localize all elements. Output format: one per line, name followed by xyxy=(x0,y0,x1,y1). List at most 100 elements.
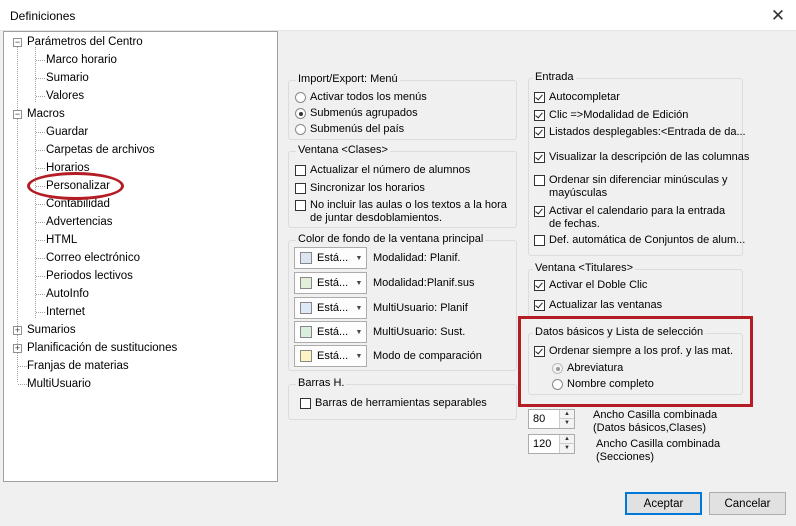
radio-label: Activar todos los menús xyxy=(310,91,427,103)
checkbox-icon[interactable] xyxy=(534,206,545,217)
tree-item-franjas-de-materias[interactable]: Franjas de materias xyxy=(27,358,129,375)
dropdown-arrow-icon[interactable]: ▼ xyxy=(352,329,366,336)
checkbox-icon[interactable] xyxy=(534,110,545,121)
tree-item-advertencias[interactable]: Advertencias xyxy=(46,214,112,231)
checkbox-icon[interactable] xyxy=(295,200,306,211)
checkbox-icon[interactable] xyxy=(295,183,306,194)
dropdown-arrow-icon[interactable]: ▼ xyxy=(352,305,366,312)
ventana-clases-title: Ventana <Clases> xyxy=(296,144,390,157)
checkbox-label: Actualizar el número de alumnos xyxy=(310,164,471,176)
checkbox-activar-doble-clic[interactable]: Activar el Doble Clic xyxy=(534,279,647,292)
spin-up-icon[interactable]: ▲ xyxy=(560,410,574,419)
checkbox-no-incluir-aulas[interactable]: No incluir las aulas o los textos a la h… xyxy=(295,199,513,225)
tree-connector xyxy=(36,204,45,205)
color-label-modalidad-planif-sus: Modalidad:Planif.sus xyxy=(373,277,475,289)
tree-item-multiusuario[interactable]: MultiUsuario xyxy=(27,376,91,393)
checkbox-label: Def. automática de Conjuntos de alum... xyxy=(549,234,746,246)
color-combo-modalidad-planif[interactable]: Está... ▼ xyxy=(294,247,367,269)
tree-item-guardar[interactable]: Guardar xyxy=(46,124,88,141)
checkbox-ordenar-sin-diferenciar[interactable]: Ordenar sin diferenciar minúsculas y may… xyxy=(534,174,738,200)
tree-connector xyxy=(36,240,45,241)
checkbox-icon[interactable] xyxy=(534,92,545,103)
close-icon[interactable]: ✕ xyxy=(760,0,796,31)
checkbox-icon[interactable] xyxy=(534,235,545,246)
tree-item-internet[interactable]: Internet xyxy=(46,304,85,321)
checkbox-label: No incluir las aulas o los textos a la h… xyxy=(310,199,507,224)
tree-collapse-icon[interactable]: − xyxy=(13,110,22,119)
checkbox-icon[interactable] xyxy=(300,398,311,409)
tree-item-marco-horario[interactable]: Marco horario xyxy=(46,52,117,69)
radio-icon[interactable] xyxy=(295,92,306,103)
spin-down-icon[interactable]: ▼ xyxy=(560,444,574,453)
tree-item-parametros-del-centro[interactable]: Parámetros del Centro xyxy=(27,34,143,51)
tree-item-valores[interactable]: Valores xyxy=(46,88,84,105)
ancho-casilla-secciones-spinner[interactable]: 120 ▲ ▼ xyxy=(528,434,575,454)
checkbox-listados-desplegables[interactable]: Listados desplegables:<Entrada de da... xyxy=(534,126,746,139)
spinner-value[interactable]: 120 xyxy=(533,438,551,450)
spinner-label-line2: (Datos básicos,Clases) xyxy=(593,422,707,434)
checkbox-label: Activar el Doble Clic xyxy=(549,279,648,291)
tree-item-sumario[interactable]: Sumario xyxy=(46,70,89,87)
checkbox-label: Autocompletar xyxy=(549,91,620,103)
radio-submenus-del-pais[interactable]: Submenús del país xyxy=(295,123,404,136)
checkbox-label: Actualizar las ventanas xyxy=(549,299,663,311)
checkbox-label: Activar el calendario para la entrada de… xyxy=(549,205,726,230)
checkbox-icon[interactable] xyxy=(534,300,545,311)
checkbox-icon[interactable] xyxy=(534,280,545,291)
tree-connector xyxy=(18,366,27,367)
spinner-value[interactable]: 80 xyxy=(533,413,545,425)
dropdown-arrow-icon[interactable]: ▼ xyxy=(352,353,366,360)
radio-activar-todos-menus[interactable]: Activar todos los menús xyxy=(295,91,427,104)
tree-item-planificacion-de-sustituciones[interactable]: Planificación de sustituciones xyxy=(27,340,177,357)
checkbox-activar-calendario[interactable]: Activar el calendario para la entrada de… xyxy=(534,205,738,231)
tree-item-html[interactable]: HTML xyxy=(46,232,77,249)
settings-tree[interactable]: − − + + Parámetros del Centro Marco hora… xyxy=(3,31,278,482)
tree-item-macros[interactable]: Macros xyxy=(27,106,65,123)
color-swatch xyxy=(300,277,312,289)
radio-icon[interactable] xyxy=(295,108,306,119)
checkbox-visualizar-descripcion[interactable]: Visualizar la descripción de las columna… xyxy=(534,151,749,164)
tree-connector xyxy=(36,96,45,97)
tree-collapse-icon[interactable]: − xyxy=(13,38,22,47)
color-combo-multiusuario-sust[interactable]: Está... ▼ xyxy=(294,321,367,343)
accept-button[interactable]: Aceptar xyxy=(625,492,702,515)
tree-expand-icon[interactable]: + xyxy=(13,326,22,335)
color-fondo-title: Color de fondo de la ventana principal xyxy=(296,233,486,246)
color-swatch xyxy=(300,252,312,264)
checkbox-icon[interactable] xyxy=(534,175,545,186)
radio-submenus-agrupados[interactable]: Submenús agrupados xyxy=(295,107,418,120)
ancho-casilla-clases-spinner[interactable]: 80 ▲ ▼ xyxy=(528,409,575,429)
checkbox-actualizar-ventanas[interactable]: Actualizar las ventanas xyxy=(534,299,662,312)
cancel-button[interactable]: Cancelar xyxy=(709,492,786,515)
tree-connector xyxy=(36,132,45,133)
tree-expand-icon[interactable]: + xyxy=(13,344,22,353)
checkbox-actualizar-numero-alumnos[interactable]: Actualizar el número de alumnos xyxy=(295,164,470,177)
checkbox-autocompletar[interactable]: Autocompletar xyxy=(534,91,620,104)
spin-up-icon[interactable]: ▲ xyxy=(560,435,574,444)
checkbox-clic-modalidad-edicion[interactable]: Clic =>Modalidad de Edición xyxy=(534,109,688,122)
tree-connector xyxy=(18,384,27,385)
radio-icon[interactable] xyxy=(295,124,306,135)
tree-item-carpetas-de-archivos[interactable]: Carpetas de archivos xyxy=(46,142,155,159)
color-combo-modalidad-planif-sus[interactable]: Está... ▼ xyxy=(294,272,367,294)
color-label-modo-comparacion: Modo de comparación xyxy=(373,350,482,362)
dropdown-arrow-icon[interactable]: ▼ xyxy=(352,255,366,262)
tree-item-sumarios[interactable]: Sumarios xyxy=(27,322,76,339)
checkbox-label: Barras de herramientas separables xyxy=(315,397,487,409)
tree-connector xyxy=(36,222,45,223)
combo-value: Está... xyxy=(317,277,349,289)
checkbox-icon[interactable] xyxy=(534,152,545,163)
checkbox-def-automatica-conjuntos[interactable]: Def. automática de Conjuntos de alum... xyxy=(534,234,745,247)
checkbox-barras-herramientas[interactable]: Barras de herramientas separables xyxy=(300,397,487,410)
color-combo-modo-comparacion[interactable]: Está... ▼ xyxy=(294,345,367,367)
checkbox-icon[interactable] xyxy=(534,127,545,138)
checkbox-icon[interactable] xyxy=(295,165,306,176)
checkbox-sincronizar-horarios[interactable]: Sincronizar los horarios xyxy=(295,182,425,195)
spinner-label-line1: Ancho Casilla combinada xyxy=(593,409,718,421)
color-combo-multiusuario-planif[interactable]: Está... ▼ xyxy=(294,297,367,319)
tree-item-autoinfo[interactable]: AutoInfo xyxy=(46,286,89,303)
spin-down-icon[interactable]: ▼ xyxy=(560,419,574,428)
tree-item-correo-electronico[interactable]: Correo electrónico xyxy=(46,250,140,267)
tree-item-periodos-lectivos[interactable]: Periodos lectivos xyxy=(46,268,133,285)
dropdown-arrow-icon[interactable]: ▼ xyxy=(352,280,366,287)
